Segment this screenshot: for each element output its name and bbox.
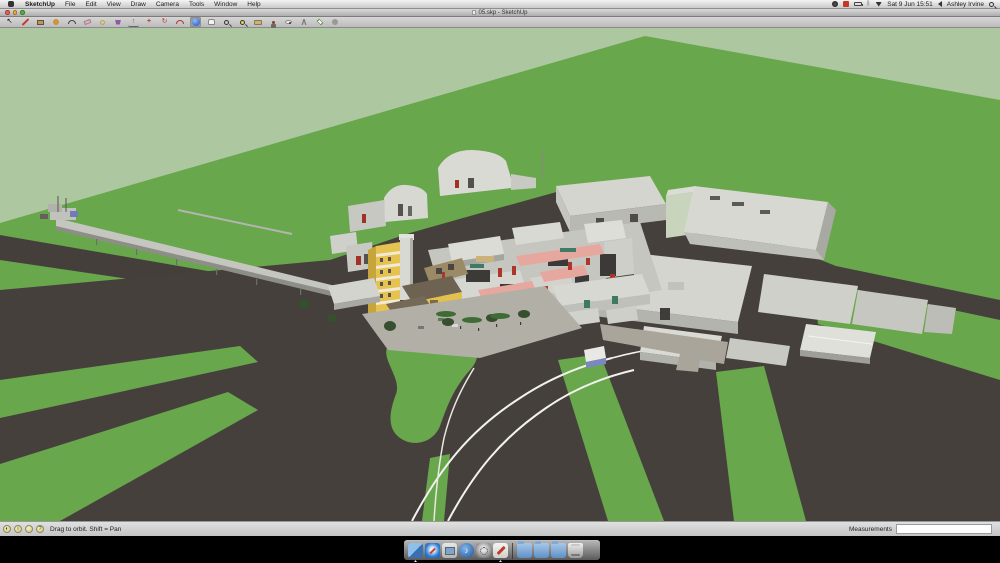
arc-tool-icon[interactable] xyxy=(66,17,77,27)
toolbar: ↖ ↑ + ↻ xyxy=(0,17,1000,28)
window-title: 05.skp - SketchUp xyxy=(0,9,1000,16)
previous-view-tool-icon[interactable] xyxy=(252,17,263,27)
offset-tool-icon[interactable] xyxy=(175,17,186,27)
finder-icon[interactable] xyxy=(408,543,423,562)
menu-camera[interactable]: Camera xyxy=(151,0,184,9)
line-tool-icon[interactable] xyxy=(20,17,31,27)
battery-icon[interactable] xyxy=(853,2,863,6)
time-machine-icon[interactable] xyxy=(831,1,838,7)
menu-edit[interactable]: Edit xyxy=(80,0,101,9)
menubar-clock[interactable]: Sat 9 Jun 15:51 xyxy=(887,1,933,8)
tape-measure-tool-icon[interactable] xyxy=(97,17,108,27)
menubar: SketchUp File Edit View Draw Camera Tool… xyxy=(0,0,1000,9)
dock-divider xyxy=(512,542,513,559)
system-preferences-icon[interactable] xyxy=(476,543,491,558)
apple-menu-icon[interactable] xyxy=(8,1,14,7)
preview-icon[interactable] xyxy=(442,543,457,558)
itunes-icon[interactable]: ♪ xyxy=(459,543,474,558)
rectangle-tool-icon[interactable] xyxy=(35,17,46,27)
menu-draw[interactable]: Draw xyxy=(126,0,151,9)
menu-file[interactable]: File xyxy=(60,0,80,9)
measurements-input[interactable] xyxy=(896,524,992,534)
model-info-tool-icon[interactable] xyxy=(330,17,341,27)
rotate-tool-icon[interactable]: ↻ xyxy=(159,17,170,27)
running-indicator xyxy=(499,560,502,562)
dock: ♪ xyxy=(404,540,600,562)
push-pull-tool-icon[interactable]: ↑ xyxy=(128,17,139,27)
geolocation-icon[interactable]: ◐ xyxy=(3,525,11,533)
menu-tools[interactable]: Tools xyxy=(184,0,209,9)
spotlight-icon[interactable] xyxy=(989,1,994,7)
statusbar: ◐ i ? Drag to orbit. Shift = Pan Measure… xyxy=(0,521,1000,536)
status-indicator-icon[interactable] xyxy=(842,1,849,7)
zoom-extents-tool-icon[interactable] xyxy=(237,17,248,27)
menu-help[interactable]: Help xyxy=(242,0,265,9)
running-indicator xyxy=(414,560,417,562)
menu-window[interactable]: Window xyxy=(209,0,242,9)
menu-sketchup[interactable]: SketchUp xyxy=(20,0,60,9)
credits-icon[interactable] xyxy=(25,525,33,533)
desktop: ♪ xyxy=(0,536,1000,563)
document-icon xyxy=(472,9,477,15)
orbit-tool-icon[interactable] xyxy=(190,17,201,27)
look-around-tool-icon[interactable] xyxy=(283,17,294,27)
folder-icon[interactable] xyxy=(551,541,566,558)
3d-viewport[interactable] xyxy=(0,28,1000,521)
section-plane-tool-icon[interactable] xyxy=(314,17,325,27)
wifi-icon[interactable] xyxy=(875,1,883,7)
trash-icon[interactable] xyxy=(568,543,583,558)
screen: SketchUp File Edit View Draw Camera Tool… xyxy=(0,0,1000,563)
position-camera-tool-icon[interactable] xyxy=(268,17,279,28)
bluetooth-icon[interactable]: ᛒ xyxy=(867,1,871,7)
move-tool-icon[interactable]: + xyxy=(144,17,155,27)
zoom-tool-icon[interactable] xyxy=(221,17,232,27)
help-icon[interactable]: ? xyxy=(36,525,44,533)
folder-icon[interactable] xyxy=(517,541,532,558)
window-titlebar[interactable]: 05.skp - SketchUp xyxy=(0,9,1000,17)
walk-tool-icon[interactable] xyxy=(299,17,310,27)
model-scene xyxy=(0,36,1000,521)
safari-icon[interactable] xyxy=(425,543,440,558)
menubar-user[interactable]: Ashley Irvine xyxy=(947,1,984,8)
paint-bucket-tool-icon[interactable] xyxy=(113,17,124,27)
circle-tool-icon[interactable] xyxy=(51,17,62,27)
menu-view[interactable]: View xyxy=(102,0,126,9)
select-tool-icon[interactable]: ↖ xyxy=(4,17,15,27)
eraser-tool-icon[interactable] xyxy=(82,17,93,27)
pan-tool-icon[interactable] xyxy=(206,17,217,27)
volume-icon[interactable] xyxy=(937,1,942,7)
sketchup-dock-icon[interactable] xyxy=(493,543,508,562)
measurements-label: Measurements xyxy=(849,525,892,533)
info-icon[interactable]: i xyxy=(14,525,22,533)
status-hint: Drag to orbit. Shift = Pan xyxy=(50,525,122,533)
folder-icon[interactable] xyxy=(534,541,549,558)
